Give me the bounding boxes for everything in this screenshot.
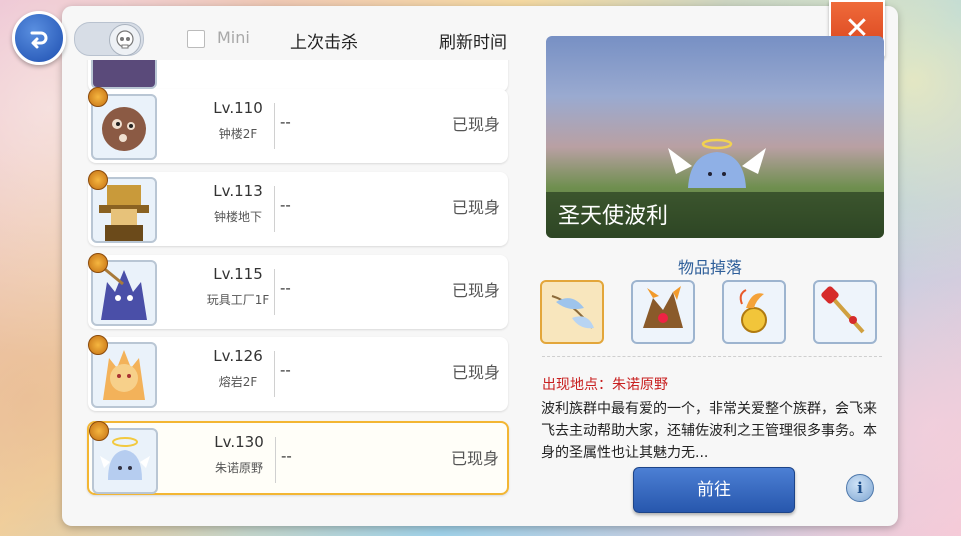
monster-map: 熔岩2F [218,375,258,389]
drop-item-4[interactable] [813,280,877,344]
column-divider [275,437,276,483]
drop-item-2[interactable] [631,280,695,344]
list-item[interactable]: Lv.115 玩具工厂1F -- 已现身 [88,253,508,329]
angel-wing-item-icon [551,295,594,329]
last-kill-value: -- [280,113,291,131]
monster-portrait [91,60,157,89]
dragon-helm-item-icon [643,286,683,328]
mvp-badge-icon [88,87,108,107]
info-icon[interactable]: i [846,474,874,502]
mvp-badge-icon [89,421,109,441]
refresh-time-header: 刷新时间 [439,33,507,53]
monster-level: Lv.110 [213,99,263,117]
list-item[interactable]: Lv.113 钟楼地下 -- 已现身 [88,170,508,246]
drops-title: 物品掉落 [678,258,743,277]
column-divider [274,103,275,149]
drop-item-3[interactable] [722,280,786,344]
last-kill-value: -- [280,361,291,379]
mvp-badge-icon [88,335,108,355]
spawn-status: 已现身 [451,115,500,134]
red-staff-item-icon [821,286,865,334]
spawn-status: 已现身 [451,363,500,382]
monster-name: 圣天使波利 [558,204,669,229]
back-arrow-icon [30,31,48,49]
monster-level: Lv.130 [214,433,264,451]
spawn-status: 已现身 [451,198,500,217]
skull-icon [109,24,141,56]
monster-level: Lv.115 [213,265,263,283]
column-divider [274,186,275,232]
monster-map: 钟楼地下 [213,210,262,224]
monster-level: Lv.126 [213,347,263,365]
list-item-selected[interactable]: Lv.130 朱诺原野 -- 已现身 [87,421,509,495]
list-item[interactable]: Lv.110 钟楼2F -- 已现身 [88,87,508,163]
skull-toggle[interactable] [74,22,144,56]
spawn-status: 已现身 [451,281,500,300]
last-kill-value: -- [280,279,291,297]
back-button[interactable] [12,11,66,65]
mvp-badge-icon [88,170,108,190]
column-divider [274,351,275,397]
mini-checkbox[interactable] [187,30,205,48]
monster-level: Lv.113 [213,182,263,200]
monster-map: 钟楼2F [218,127,258,141]
list-item[interactable]: Lv.126 熔岩2F -- 已现身 [88,335,508,411]
list-item-partial[interactable] [88,60,508,92]
mvp-list: Lv.110 钟楼2F -- 已现身 Lv.113 钟楼地下 -- 已现身 Lv… [80,60,520,510]
mvp-badge-icon [88,253,108,273]
golden-orb-item-icon [739,289,767,333]
monster-preview: 圣天使波利 [546,36,884,238]
monster-map: 玩具工厂1F [206,293,270,307]
last-kill-value: -- [281,447,292,465]
last-kill-value: -- [280,196,291,214]
drop-item-1[interactable] [540,280,604,344]
last-kill-header: 上次击杀 [290,33,358,53]
spawn-status: 已现身 [450,449,499,468]
monster-map: 朱诺原野 [214,461,263,475]
mini-label: Mini [217,28,250,47]
spawn-location: 出现地点：朱诺原野 [542,377,668,393]
column-divider [274,269,275,315]
details-divider [542,356,882,357]
go-button[interactable]: 前往 [633,467,795,513]
monster-description: 波利族群中最有爱的一个，非常关爱整个族群，会飞来飞去主动帮助大家，还辅佐波利之王… [541,401,877,461]
